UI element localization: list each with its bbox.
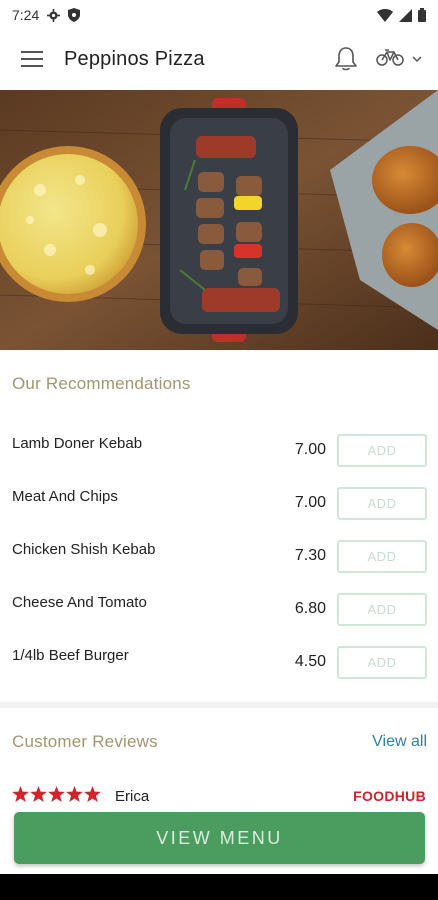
hamburger-menu-icon[interactable] [16, 43, 48, 75]
list-item: Lamb Doner Kebab 7.00 ADD [0, 418, 438, 471]
signal-icon [399, 8, 412, 22]
list-item: 1/4lb Beef Burger 4.50 ADD [0, 630, 438, 683]
recommendations-list: Lamb Doner Kebab 7.00 ADD Meat And Chips… [0, 418, 438, 683]
delivery-mode-selector[interactable] [376, 47, 422, 72]
list-item: Chicken Shish Kebab 7.30 ADD [0, 524, 438, 577]
star-icon [30, 785, 47, 807]
list-item: Meat And Chips 7.00 ADD [0, 471, 438, 524]
item-name: Chicken Shish Kebab [12, 541, 156, 558]
item-price: 7.00 [294, 494, 326, 511]
add-button[interactable]: ADD [337, 434, 427, 467]
item-name: Cheese And Tomato [12, 594, 147, 611]
section-divider [0, 702, 438, 708]
status-bar: 7:24 [0, 0, 438, 30]
item-price: 7.00 [294, 441, 326, 458]
item-name: 1/4lb Beef Burger [12, 647, 129, 664]
item-price: 7.30 [294, 547, 326, 564]
gear-icon [47, 8, 61, 22]
review-item: Erica FOODHUB [12, 784, 426, 808]
star-icon [66, 785, 83, 807]
item-name: Lamb Doner Kebab [12, 435, 143, 452]
reviews-title: Customer Reviews [12, 732, 158, 751]
item-price: 6.80 [294, 600, 326, 617]
reviewer-name: Erica [115, 787, 150, 805]
system-navigation-bar [0, 874, 438, 900]
chevron-down-icon [412, 50, 422, 68]
status-time: 7:24 [12, 7, 40, 23]
star-icon [48, 785, 65, 807]
add-button[interactable]: ADD [337, 593, 427, 626]
bell-icon[interactable] [334, 46, 358, 72]
shield-icon [68, 8, 81, 22]
app-bar: Peppinos Pizza [0, 30, 438, 88]
star-icon [12, 785, 29, 807]
item-price: 4.50 [294, 653, 326, 670]
wifi-icon [377, 8, 393, 22]
battery-icon [418, 8, 426, 22]
view-menu-button[interactable]: VIEW MENU [14, 812, 425, 864]
add-button[interactable]: ADD [337, 540, 427, 573]
recommendations-title: Our Recommendations [12, 374, 191, 393]
bicycle-icon [376, 47, 404, 72]
add-button[interactable]: ADD [337, 646, 427, 679]
star-rating [12, 785, 101, 807]
list-item: Cheese And Tomato 6.80 ADD [0, 577, 438, 630]
add-button[interactable]: ADD [337, 487, 427, 520]
view-all-link[interactable]: View all [372, 733, 427, 751]
hero-image [0, 90, 438, 350]
review-source-logo: FOODHUB [353, 788, 426, 804]
star-icon [84, 785, 101, 807]
kebab-skillet-illustration [160, 98, 298, 342]
item-name: Meat And Chips [12, 488, 118, 505]
app-title: Peppinos Pizza [64, 47, 205, 70]
